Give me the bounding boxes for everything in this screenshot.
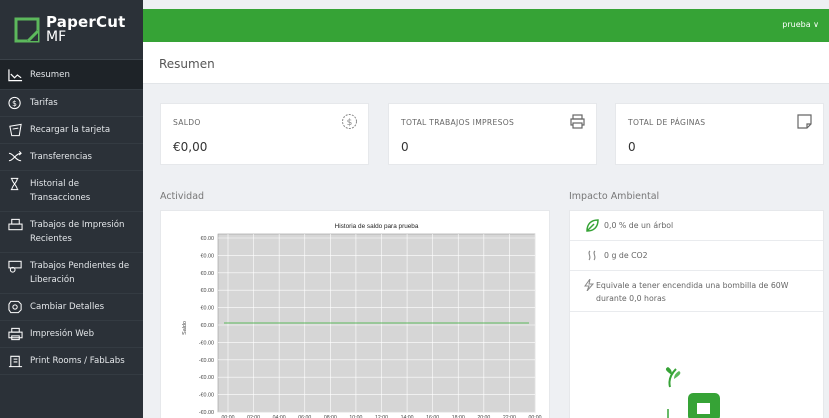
environment-panel: 0,0 % de un árbol 0 g de CO2 Equivale a … [569, 210, 824, 418]
hourglass-icon [8, 177, 30, 191]
chart-y-tick-label: €0.00 [201, 271, 215, 277]
sidebar-item-label: Cambiar Detalles [30, 302, 105, 312]
balance-history-chart: Historia de saldo para prueba €0.00 €0.00 €… [182, 223, 542, 418]
sidebar-item-historial[interactable]: Historial de Transacciones [0, 171, 143, 212]
sidebar-item-label: Transferencias [30, 152, 92, 162]
chart-y-tick-label: -€0.00 [199, 340, 214, 346]
svg-text:$: $ [347, 118, 353, 128]
chart-y-axis-label: Saldo [182, 321, 188, 335]
sidebar-item-recargar[interactable]: Recargar la tarjeta [0, 117, 143, 144]
papercut-logo-icon [14, 17, 40, 42]
settings-icon [8, 300, 30, 314]
bulb-impact-row: Equivale a tener encendida una bombilla … [570, 271, 823, 312]
logo-subtitle: MF [46, 28, 67, 45]
gift-card-icon [8, 123, 30, 137]
page-header: Resumen [143, 42, 829, 84]
sidebar-item-label: Tarifas [30, 98, 58, 108]
environment-section-title: Impacto Ambiental [569, 191, 660, 202]
sidebar: PaperCut MF Resumen $ Tarifas Recargar l… [0, 0, 143, 418]
printer-icon [570, 114, 585, 129]
activity-section-title: Actividad [160, 191, 205, 202]
sidebar-item-transferencias[interactable]: Transferencias [0, 144, 143, 171]
sidebar-nav: Resumen $ Tarifas Recargar la tarjeta Tr… [0, 60, 143, 375]
lightning-icon [583, 278, 595, 295]
chart-y-tick-label: -€0.00 [199, 358, 214, 364]
page-icon [797, 114, 812, 129]
dollar-circle-icon: $ [342, 114, 357, 129]
activity-panel: Historia de saldo para prueba €0.00 €0.00 €… [160, 210, 550, 418]
sidebar-item-resumen[interactable]: Resumen [0, 60, 143, 90]
co2-impact-text: 0 g de CO2 [604, 251, 648, 260]
svg-text:$: $ [12, 99, 17, 108]
balance-value: €0,00 [173, 140, 208, 154]
chart-y-tick-label: €0.00 [201, 323, 215, 329]
chart-y-tick-label: €0.00 [201, 306, 215, 312]
sidebar-item-label: Print Rooms / FabLabs [30, 356, 125, 366]
dollar-circle-icon: $ [8, 96, 30, 110]
co2-impact-row: 0 g de CO2 [570, 241, 823, 271]
web-print-icon [8, 327, 30, 341]
plant-illustration-icon [665, 367, 720, 418]
co2-icon [586, 249, 604, 262]
sidebar-item-label: Historial de Transacciones [30, 179, 91, 203]
transfer-icon [8, 150, 30, 164]
leaf-icon [586, 219, 604, 232]
sidebar-item-label: Trabajos Pendientes de Liberación [30, 261, 130, 285]
chart-y-tick-label: -€0.00 [199, 375, 214, 381]
sidebar-item-label: Impresión Web [30, 329, 95, 339]
total-jobs-value: 0 [401, 140, 409, 154]
chart-y-tick-label: €0.00 [201, 253, 215, 259]
total-jobs-card: TOTAL TRABAJOS IMPRESOS 0 [388, 103, 597, 165]
papercut-logo[interactable]: PaperCut MF [0, 0, 143, 60]
total-pages-label: TOTAL DE PÁGINAS [628, 118, 706, 127]
tree-impact-text: 0,0 % de un árbol [604, 221, 674, 230]
sidebar-item-trabajos-recientes[interactable]: Trabajos de Impresión Recientes [0, 212, 143, 253]
sidebar-item-cambiar-detalles[interactable]: Cambiar Detalles [0, 294, 143, 321]
total-pages-card: TOTAL DE PÁGINAS 0 [615, 103, 824, 165]
sidebar-item-trabajos-pendientes[interactable]: Trabajos Pendientes de Liberación [0, 253, 143, 294]
sidebar-item-tarifas[interactable]: $ Tarifas [0, 90, 143, 117]
chart-y-tick-label: -€0.00 [199, 393, 214, 399]
sidebar-item-print-rooms[interactable]: Print Rooms / FabLabs [0, 348, 143, 375]
balance-label: SALDO [173, 118, 201, 127]
tree-impact-row: 0,0 % de un árbol [570, 211, 823, 241]
total-pages-value: 0 [628, 140, 636, 154]
print-history-icon [8, 218, 30, 232]
bulb-impact-text: Equivale a tener encendida una bombilla … [596, 281, 789, 303]
chart-y-tick-label: €0.00 [201, 288, 215, 294]
sidebar-item-label: Trabajos de Impresión Recientes [30, 220, 125, 244]
chart-y-tick-label: -€0.00 [199, 410, 214, 416]
chart-line-icon [8, 68, 30, 82]
sidebar-item-impresion-web[interactable]: Impresión Web [0, 321, 143, 348]
chart-y-tick-label: €0.00 [201, 236, 215, 242]
balance-card: SALDO €0,00 $ [160, 103, 369, 165]
sidebar-item-label: Resumen [30, 70, 70, 80]
total-jobs-label: TOTAL TRABAJOS IMPRESOS [401, 118, 515, 127]
page-title: Resumen [159, 57, 215, 71]
chart-title: Historia de saldo para prueba [335, 223, 419, 230]
print-room-icon [8, 354, 30, 368]
pending-print-icon [8, 259, 30, 273]
top-bar: prueba ∨ [143, 9, 829, 42]
user-menu[interactable]: prueba ∨ [782, 20, 819, 29]
sidebar-item-label: Recargar la tarjeta [30, 125, 111, 135]
logo-title: PaperCut [46, 12, 126, 31]
